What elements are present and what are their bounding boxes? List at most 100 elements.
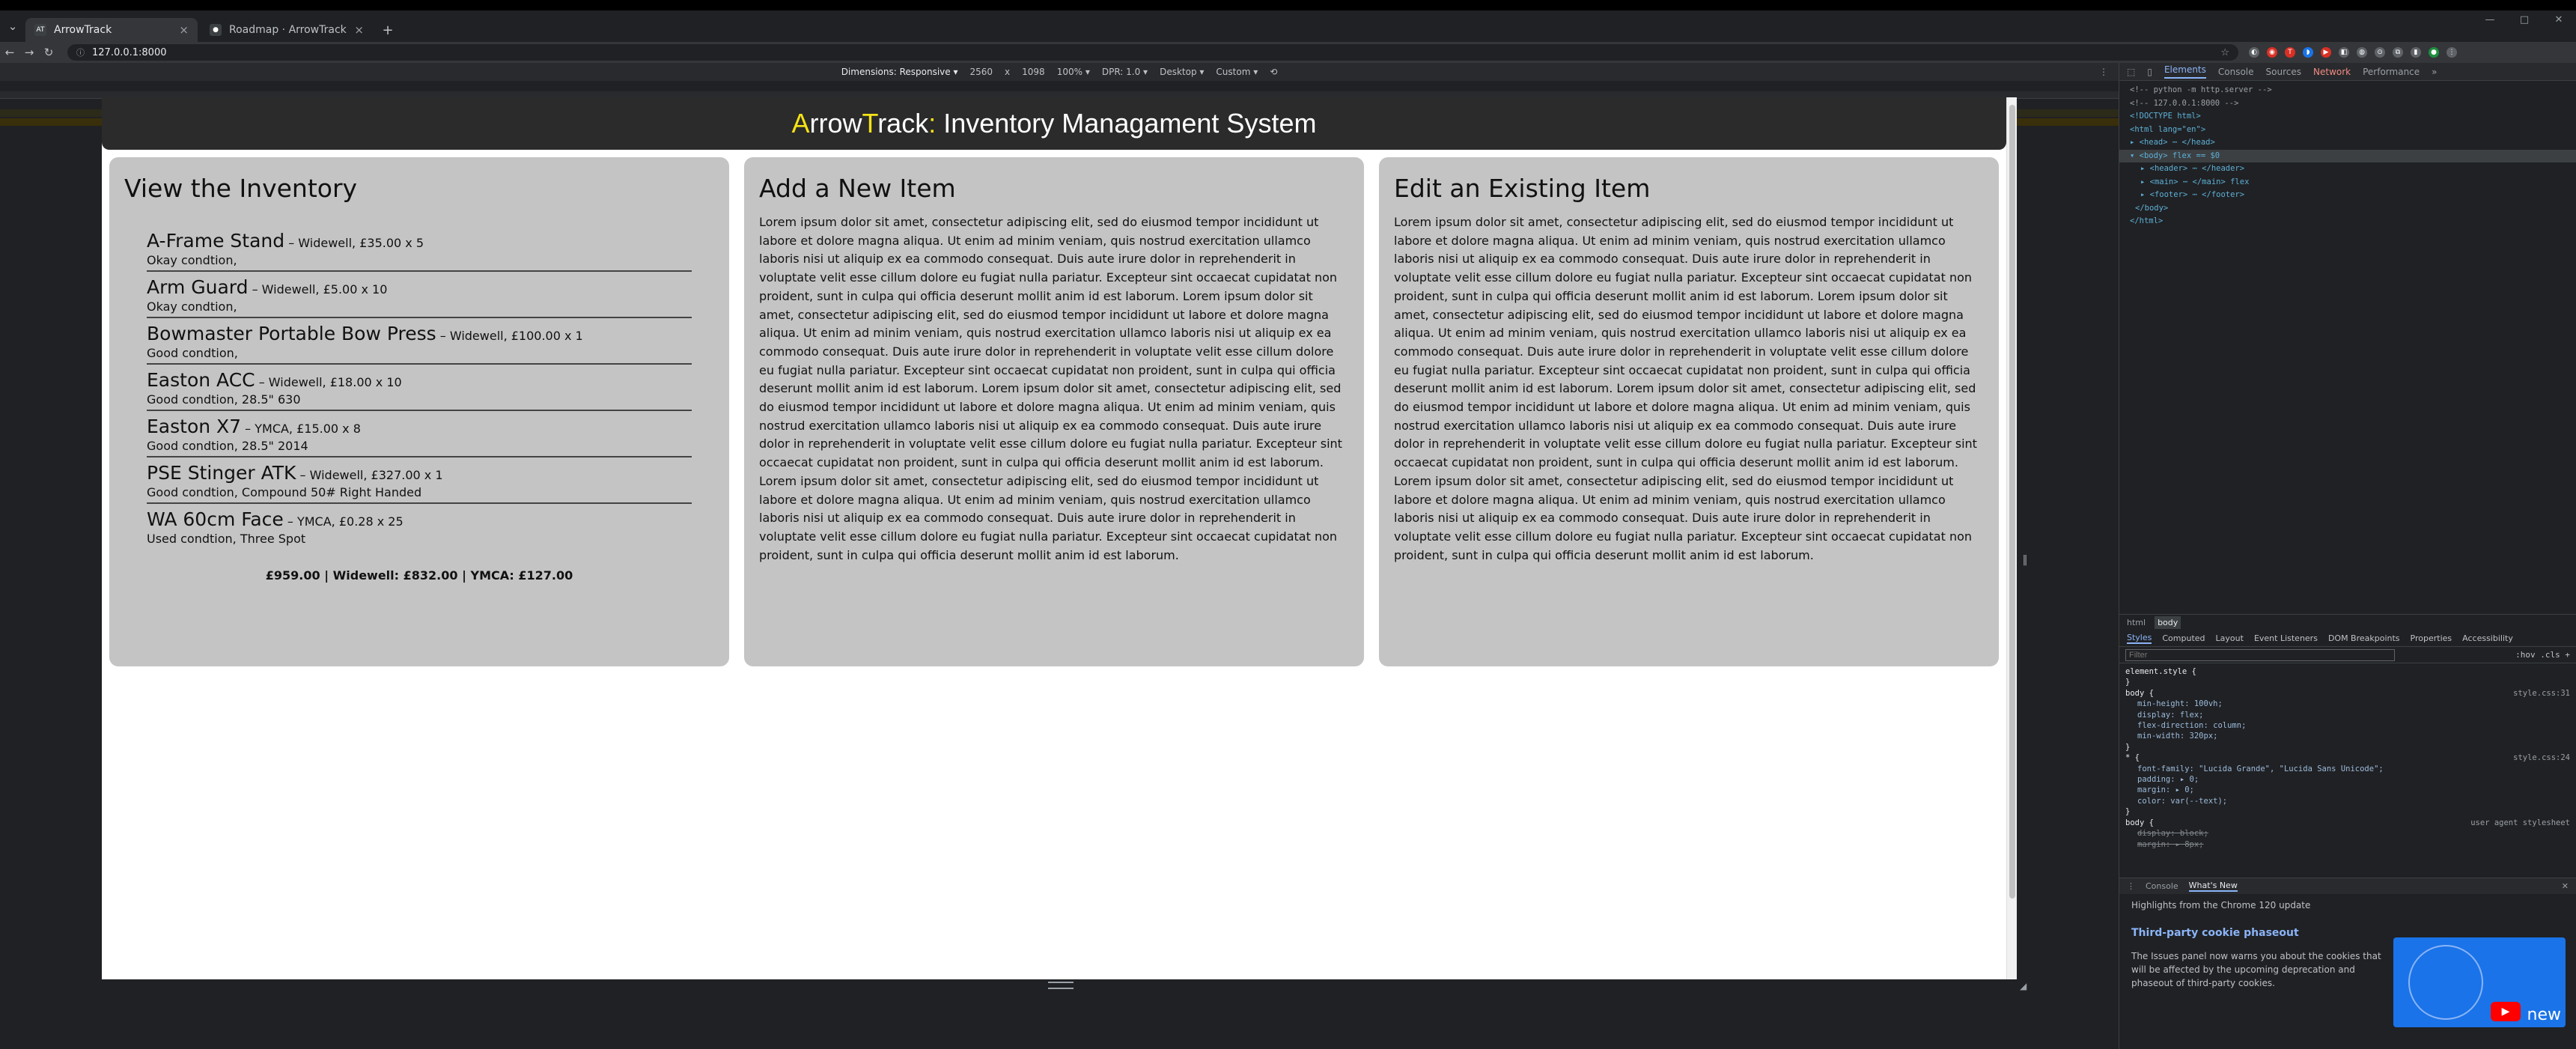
devtools-panel: ⬚ ▯ Elements Console Sources Network Per…: [2119, 63, 2576, 1049]
avatar[interactable]: ●: [2429, 47, 2439, 58]
tab-arrowtrack[interactable]: AT ArrowTrack ×: [25, 18, 198, 42]
throttle-dropdown[interactable]: Custom ▾: [1216, 67, 1258, 77]
width-input[interactable]: 2560: [970, 67, 993, 77]
resize-handle-corner[interactable]: ◢: [2020, 981, 2027, 991]
dom-node-line[interactable]: <!DOCTYPE html>: [2130, 110, 2566, 124]
extension-icon[interactable]: ⊙: [2375, 47, 2385, 58]
subtab-styles[interactable]: Styles: [2127, 633, 2152, 644]
site-info-icon[interactable]: ⓘ: [76, 46, 85, 58]
scrollbar-thumb[interactable]: [2009, 105, 2015, 899]
more-tabs-icon[interactable]: »: [2432, 67, 2437, 77]
tab-elements[interactable]: Elements: [2164, 64, 2206, 79]
subtab-computed[interactable]: Computed: [2162, 633, 2205, 643]
drawer-tab-console[interactable]: Console: [2146, 881, 2178, 891]
style-line[interactable]: display: flex;: [2125, 710, 2570, 720]
style-source-link[interactable]: user agent stylesheet: [2470, 818, 2570, 828]
style-line[interactable]: min-height: 100vh;: [2125, 699, 2570, 709]
reload-icon[interactable]: ↻: [39, 46, 58, 59]
bookmark-star-icon[interactable]: ☆: [2220, 47, 2229, 58]
side-panel-icon[interactable]: ▮: [2411, 47, 2421, 58]
style-line[interactable]: }: [2125, 742, 2570, 752]
extension-icon[interactable]: ◍: [2357, 47, 2367, 58]
style-line[interactable]: display: block;: [2125, 828, 2570, 839]
dom-node-line[interactable]: ▸ <head> ⋯ </head>: [2130, 136, 2566, 150]
style-line[interactable]: style.css:24 * {: [2125, 752, 2570, 763]
drawer-tab-whats-new[interactable]: What's New: [2188, 881, 2238, 892]
dom-node-line[interactable]: ▸ <footer> ⋯ </footer>: [2130, 189, 2566, 202]
crumb-body[interactable]: body: [2155, 616, 2181, 629]
tab-sources[interactable]: Sources: [2266, 67, 2301, 77]
filter-options[interactable]: :hov .cls +: [2515, 650, 2570, 660]
close-tab-icon[interactable]: ×: [179, 23, 189, 37]
kebab-menu-icon[interactable]: ⋮: [2446, 47, 2457, 58]
dom-node-line[interactable]: ▾ <body> flex == $0: [2119, 149, 2576, 162]
close-drawer-icon[interactable]: ✕: [2562, 881, 2569, 891]
more-options-icon[interactable]: ⋮: [2099, 67, 2108, 77]
dom-node-line[interactable]: ▸ <header> ⋯ </header>: [2130, 162, 2566, 176]
style-line[interactable]: style.css:31 body {: [2125, 688, 2570, 699]
page-scrollbar[interactable]: [2006, 97, 2017, 979]
inspect-icon[interactable]: ⬚: [2127, 67, 2135, 77]
extension-icon[interactable]: T: [2285, 47, 2295, 58]
crumb-html[interactable]: html: [2127, 618, 2146, 627]
device-toggle-icon[interactable]: ▯: [2147, 67, 2152, 77]
resize-handle-right[interactable]: ‖: [2021, 554, 2029, 580]
style-line[interactable]: element.style {: [2125, 666, 2570, 677]
tab-search-button[interactable]: ⌄: [0, 10, 25, 42]
dom-node-line[interactable]: </body>: [2130, 202, 2566, 216]
style-line[interactable]: flex-direction: column;: [2125, 720, 2570, 731]
extension-icon[interactable]: ◉: [2267, 47, 2277, 58]
dpr-dropdown[interactable]: DPR: 1.0 ▾: [1102, 67, 1148, 77]
style-line[interactable]: user agent stylesheet body {: [2125, 818, 2570, 828]
promo-video-thumbnail[interactable]: ▶ new: [2393, 937, 2566, 1027]
tab-console[interactable]: Console: [2218, 67, 2254, 77]
item-condition: Used condtion, Three Spot: [147, 532, 306, 546]
style-source-link[interactable]: style.css:31: [2513, 688, 2570, 699]
rotate-icon[interactable]: ⟲: [1270, 67, 1277, 77]
extension-icon[interactable]: ◧: [2339, 47, 2349, 58]
subtab-event-listeners[interactable]: Event Listeners: [2254, 633, 2318, 643]
maximize-icon[interactable]: □: [2507, 10, 2542, 30]
zoom-dropdown[interactable]: 100% ▾: [1057, 67, 1090, 77]
style-line[interactable]: }: [2125, 806, 2570, 817]
style-line[interactable]: min-width: 320px;: [2125, 731, 2570, 741]
minimize-icon[interactable]: —: [2473, 10, 2507, 30]
device-type-dropdown[interactable]: Desktop ▾: [1160, 67, 1204, 77]
style-line[interactable]: color: var(--text);: [2125, 796, 2570, 806]
dimensions-dropdown[interactable]: Dimensions: Responsive ▾: [841, 67, 958, 77]
dom-node-line[interactable]: ▸ <main> ⋯ </main> flex: [2130, 176, 2566, 189]
dom-node-line[interactable]: <!-- 127.0.0.1:8000 -->: [2130, 97, 2566, 111]
drawer-menu-icon[interactable]: ⋮: [2127, 881, 2135, 891]
dom-node-line[interactable]: <html lang="en">: [2130, 124, 2566, 137]
forward-arrow-icon[interactable]: →: [19, 46, 39, 59]
resize-handle-bottom[interactable]: [1048, 982, 1074, 989]
tab-roadmap[interactable]: ● Roadmap · ArrowTrack ×: [201, 18, 373, 42]
close-window-icon[interactable]: ✕: [2542, 10, 2576, 30]
youtube-play-icon[interactable]: ▶: [2491, 1002, 2521, 1021]
new-tab-button[interactable]: +: [376, 18, 400, 42]
style-line[interactable]: margin: ▸ 8px;: [2125, 839, 2570, 850]
back-arrow-icon[interactable]: ←: [0, 46, 19, 59]
subtab-accessibility[interactable]: Accessibility: [2462, 633, 2513, 643]
puzzle-extensions-icon[interactable]: ⧉: [2393, 47, 2403, 58]
subtab-properties[interactable]: Properties: [2411, 633, 2452, 643]
subtab-dom-breakpoints[interactable]: DOM Breakpoints: [2328, 633, 2400, 643]
subtab-layout[interactable]: Layout: [2216, 633, 2244, 643]
dom-node-line[interactable]: </html>: [2130, 215, 2566, 228]
styles-filter-input[interactable]: [2125, 648, 2395, 661]
address-bar[interactable]: ⓘ 127.0.0.1:8000 ☆: [67, 44, 2238, 61]
extension-icon[interactable]: ◐: [2249, 47, 2259, 58]
style-line[interactable]: padding: ▸ 0;: [2125, 774, 2570, 785]
tab-network[interactable]: Network: [2313, 67, 2351, 77]
height-input[interactable]: 1098: [1022, 67, 1045, 77]
style-line[interactable]: }: [2125, 677, 2570, 687]
style-line[interactable]: margin: ▸ 0;: [2125, 785, 2570, 795]
close-tab-icon[interactable]: ×: [354, 23, 364, 37]
extension-icon[interactable]: ◗: [2303, 47, 2313, 58]
style-line[interactable]: font-family: "Lucida Grande", "Lucida Sa…: [2125, 764, 2570, 774]
style-text: display: block;: [2137, 829, 2208, 839]
dom-node-line[interactable]: <!-- python -m http.server -->: [2130, 84, 2566, 97]
extension-icon[interactable]: ▶: [2321, 47, 2331, 58]
style-source-link[interactable]: style.css:24: [2513, 752, 2570, 763]
tab-performance[interactable]: Performance: [2363, 67, 2420, 77]
